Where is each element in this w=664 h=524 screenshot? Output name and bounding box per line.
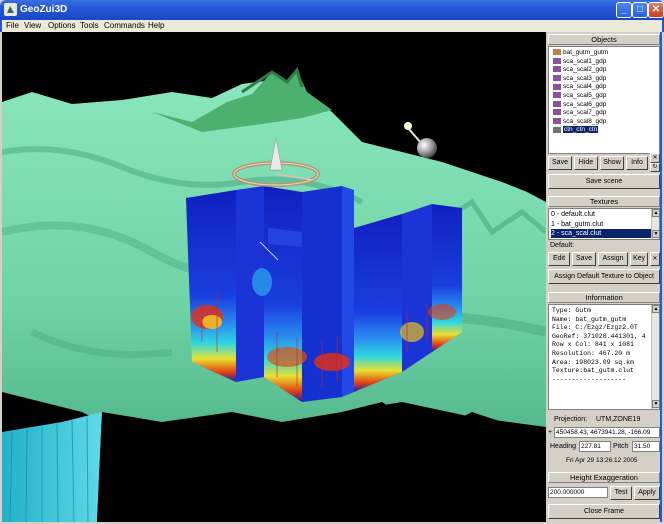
object-icon bbox=[553, 66, 561, 73]
menu-commands[interactable]: Commands bbox=[104, 21, 145, 30]
projection-label: Projection: bbox=[554, 416, 588, 423]
menu-view[interactable]: View bbox=[24, 21, 41, 30]
info-line: Texture:bat_gutm.clut bbox=[552, 367, 634, 375]
height-test-button[interactable]: Test bbox=[610, 486, 632, 500]
object-info-button[interactable]: Info bbox=[626, 156, 648, 170]
projection-value: UTM,ZONE19 bbox=[596, 416, 641, 423]
position-field[interactable]: 450458.43, 4673941.28, -166.09 bbox=[554, 427, 660, 438]
object-label: sca_scal2_gdp bbox=[563, 66, 607, 74]
info-line: Row x Col: 841 x 1081 bbox=[552, 341, 634, 349]
menu-bar: File View Options Tools Commands Help bbox=[0, 20, 664, 32]
object-label: ctn_ctn_ctn bbox=[563, 126, 599, 134]
object-icon bbox=[553, 92, 561, 99]
close-frame-button[interactable]: Close Frame bbox=[548, 504, 660, 519]
texture-list-item[interactable]: 2 - sca_scal.clut bbox=[551, 229, 651, 238]
object-label: sca_scal5_gdp bbox=[563, 92, 607, 99]
heading-field[interactable]: 227.81 bbox=[579, 441, 611, 452]
close-button[interactable]: ✕ bbox=[648, 2, 664, 18]
app-icon bbox=[4, 3, 17, 16]
scroll-down-icon[interactable]: ▼ bbox=[652, 230, 659, 238]
info-line: ------------------- bbox=[552, 375, 627, 383]
object-icon bbox=[553, 83, 561, 90]
texture-list-item[interactable]: 1 - bat_gutm.clut bbox=[551, 220, 651, 229]
object-label: bat_gutm_gutm bbox=[563, 49, 609, 56]
pitch-label: Pitch bbox=[613, 443, 629, 450]
info-line: Type: Gutm bbox=[552, 307, 592, 314]
object-list-item[interactable]: sca_scal8_gdp bbox=[553, 118, 606, 126]
object-icon bbox=[553, 109, 561, 116]
object-icon bbox=[553, 49, 561, 56]
object-label: sca_scal4_gdp bbox=[563, 83, 607, 91]
coords-prefix: + bbox=[548, 429, 553, 436]
refresh-icon[interactable]: ↻ bbox=[650, 163, 660, 172]
info-line: Resolution: 467.20 m bbox=[552, 350, 631, 357]
menu-tools[interactable]: Tools bbox=[80, 21, 99, 30]
object-icon bbox=[553, 100, 561, 107]
height-exaggeration-header: Height Exaggeration bbox=[548, 472, 660, 483]
texture-list-item[interactable]: 0 - default.clut bbox=[551, 210, 651, 219]
object-list-item[interactable]: sca_scal7_gdp bbox=[553, 109, 606, 117]
menu-options[interactable]: Options bbox=[48, 21, 76, 30]
info-line: Name: bat_gutm_gutm bbox=[552, 315, 627, 323]
object-list-item[interactable]: sca_scal6_gdp bbox=[553, 101, 606, 109]
textures-list[interactable]: 0 - default.clut 1 - bat_gutm.clut 2 - sca… bbox=[548, 208, 660, 240]
save-scene-button[interactable]: Save scene bbox=[548, 174, 660, 189]
texture-key-button[interactable]: Key bbox=[630, 252, 648, 266]
3d-viewport[interactable] bbox=[2, 32, 546, 522]
control-panel: Objects bat_gutm_gutm sca_scal1_gdp sca_sc… bbox=[546, 32, 662, 522]
object-list-item[interactable]: sca_scal4_gdp bbox=[553, 83, 606, 91]
scroll-up-icon[interactable]: ▲ bbox=[652, 209, 659, 217]
texture-save-button[interactable]: Save bbox=[572, 252, 596, 266]
info-line: GeoRef: 371028.441301, 4 bbox=[552, 332, 646, 340]
timestamp: Fri Apr 29 13:26:12 2005 bbox=[566, 457, 638, 464]
object-label: sca_scal1_gdp bbox=[563, 57, 607, 65]
heading-label: Heading bbox=[550, 443, 577, 450]
object-icon bbox=[553, 118, 561, 125]
objects-list[interactable]: bat_gutm_gutm sca_scal1_gdp sca_scal2_gdp s… bbox=[548, 46, 660, 154]
default-label: Default: bbox=[550, 242, 575, 249]
minimize-button[interactable]: _ bbox=[616, 2, 632, 18]
title-bar: GeoZui3D _ □ ✕ bbox=[0, 0, 664, 20]
light-source[interactable] bbox=[404, 122, 437, 158]
object-label: sca_scal8_gdp bbox=[563, 117, 607, 125]
objects-header: Objects bbox=[548, 34, 660, 45]
maximize-button[interactable]: □ bbox=[632, 2, 648, 18]
window-title: GeoZui3D bbox=[20, 4, 68, 15]
object-hide-button[interactable]: Hide bbox=[574, 156, 598, 170]
object-list-item[interactable]: sca_scal3_gdp bbox=[553, 75, 606, 83]
object-list-item[interactable]: sca_scal1_gdp bbox=[553, 58, 606, 66]
textures-header: Textures bbox=[548, 196, 660, 207]
height-apply-button[interactable]: Apply bbox=[634, 486, 660, 500]
object-label: sca_scal3_gdp bbox=[563, 74, 607, 82]
object-save-button[interactable]: Save bbox=[548, 156, 572, 170]
info-scrollbar[interactable]: ▲ ▼ bbox=[651, 305, 659, 409]
menu-help[interactable]: Help bbox=[148, 21, 164, 30]
object-icon bbox=[553, 75, 561, 82]
texture-assign-button[interactable]: Assign bbox=[598, 252, 628, 266]
object-icon bbox=[553, 57, 561, 64]
height-exaggeration-field[interactable]: 200.000000 bbox=[548, 487, 608, 498]
object-icon bbox=[553, 126, 561, 133]
menu-file[interactable]: File bbox=[6, 21, 19, 30]
object-close-button[interactable]: ✕ bbox=[650, 153, 660, 163]
object-list-item[interactable]: ctn_ctn_ctn bbox=[553, 126, 599, 134]
object-list-item[interactable]: sca_scal2_gdp bbox=[553, 66, 606, 74]
textures-scrollbar[interactable]: ▲ ▼ bbox=[651, 209, 659, 239]
information-box: Type: Gutm Name: bat_gutm_gutm File: C:/Ez… bbox=[548, 304, 660, 410]
texture-edit-button[interactable]: Edit bbox=[548, 252, 570, 266]
object-label: sca_scal7_gdp bbox=[563, 109, 607, 117]
assign-default-texture-button[interactable]: Assign Default Texture to Object bbox=[548, 269, 660, 284]
scroll-down-icon[interactable]: ▼ bbox=[652, 400, 659, 408]
object-label: sca_scal6_gdp bbox=[563, 100, 607, 108]
info-line: File: C:/Ezgz/Ezgz2.0T bbox=[552, 324, 638, 332]
scene bbox=[2, 66, 546, 522]
object-list-item[interactable]: sca_scal5_gdp bbox=[553, 92, 606, 100]
pitch-field[interactable]: 31.50 bbox=[632, 441, 660, 452]
info-line: Area: 198023.09 sq.km bbox=[552, 358, 634, 366]
object-show-button[interactable]: Show bbox=[600, 156, 624, 170]
information-header: Information bbox=[548, 292, 660, 303]
object-list-item[interactable]: bat_gutm_gutm bbox=[553, 49, 608, 57]
texture-close-button[interactable]: ✕ bbox=[650, 252, 660, 266]
scroll-up-icon[interactable]: ▲ bbox=[652, 305, 659, 313]
